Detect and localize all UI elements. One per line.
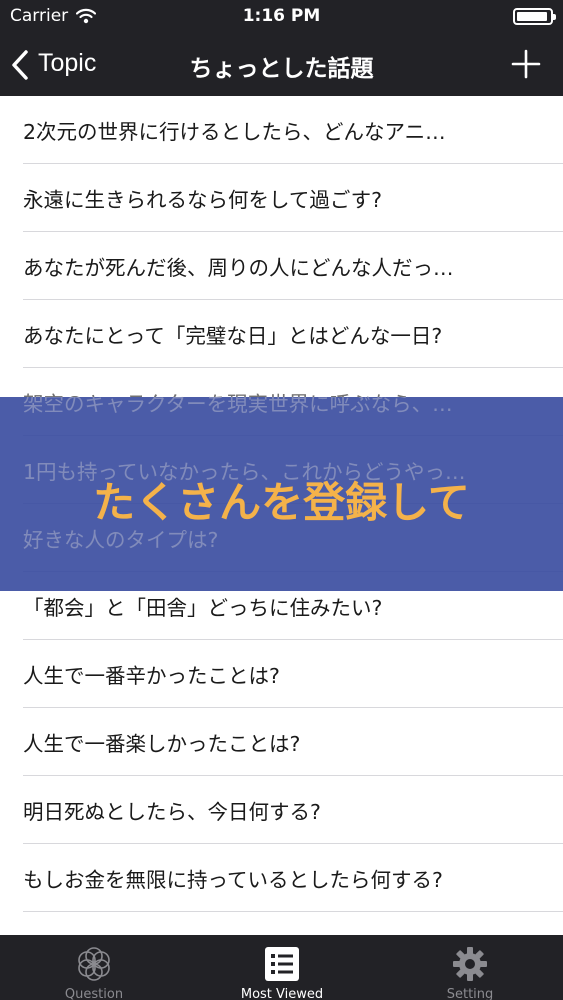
add-button[interactable] bbox=[511, 49, 541, 79]
topic-label: 2次元の世界に行けるとしたら、どんなアニ… bbox=[23, 120, 446, 144]
topic-row[interactable]: 2次元の世界に行けるとしたら、どんなアニ… bbox=[23, 96, 563, 164]
topic-row[interactable]: あなたが死んだ後、周りの人にどんな人だっ… bbox=[23, 232, 563, 300]
topic-row[interactable]: 人生で一番楽しかったことは? bbox=[23, 708, 563, 776]
status-bar: Carrier 1:16 PM bbox=[0, 0, 563, 32]
plus-icon bbox=[511, 49, 541, 79]
page-title: ちょっとした話題 bbox=[189, 56, 374, 82]
topic-label: あなたにとって「完璧な日」とはどんな一日? bbox=[23, 324, 443, 348]
topic-label: もしお金を無限に持っているとしたら何する? bbox=[23, 868, 443, 892]
tab-bar: Question Most Viewed Setting bbox=[0, 935, 563, 1000]
topic-row[interactable]: もしお金を無限に持っているとしたら何する? bbox=[23, 844, 563, 912]
tab-most-viewed[interactable]: Most Viewed bbox=[188, 935, 376, 1000]
topic-label: あなたが死んだ後、周りの人にどんな人だっ… bbox=[23, 256, 454, 280]
banner-underlying-text: 架空のキャラクターを現実世界に呼ぶなら、… bbox=[23, 392, 453, 416]
topic-label: 明日死ぬとしたら、今日何する? bbox=[23, 800, 321, 824]
list-icon bbox=[265, 947, 299, 981]
topic-row[interactable]: 人生で一番辛かったことは? bbox=[23, 640, 563, 708]
tab-setting[interactable]: Setting bbox=[376, 935, 563, 1000]
topic-row[interactable]: あなたにとって「完璧な日」とはどんな一日? bbox=[23, 300, 563, 368]
flower-icon bbox=[78, 947, 110, 981]
topic-label: 永遠に生きられるなら何をして過ごす? bbox=[23, 188, 382, 212]
navigation-bar: Topic ちょっとした話題 bbox=[0, 32, 563, 96]
topic-label: 人生で一番辛かったことは? bbox=[23, 664, 280, 688]
tab-question-label: Question bbox=[64, 987, 124, 1000]
banner-text: たくさんを登録して bbox=[93, 478, 470, 527]
tab-question[interactable]: Question bbox=[0, 935, 188, 1000]
battery-icon bbox=[513, 8, 556, 25]
topic-label: 人生で一番楽しかったことは? bbox=[23, 732, 301, 756]
topic-label: 「都会」と「田舎」どっちに住みたい? bbox=[23, 596, 383, 620]
promo-banner: 架空のキャラクターを現実世界に呼ぶなら、… 1円も持っていなかったら、これからど… bbox=[0, 392, 563, 591]
tab-most-viewed-label: Most Viewed bbox=[240, 987, 324, 1000]
topic-row[interactable]: 永遠に生きられるなら何をして過ごす? bbox=[23, 164, 563, 232]
topic-row[interactable]: 明日死ぬとしたら、今日何する? bbox=[23, 776, 563, 844]
tab-setting-label: Setting bbox=[446, 987, 494, 1000]
status-time: 1:16 PM bbox=[242, 6, 321, 26]
gear-icon bbox=[453, 947, 487, 981]
